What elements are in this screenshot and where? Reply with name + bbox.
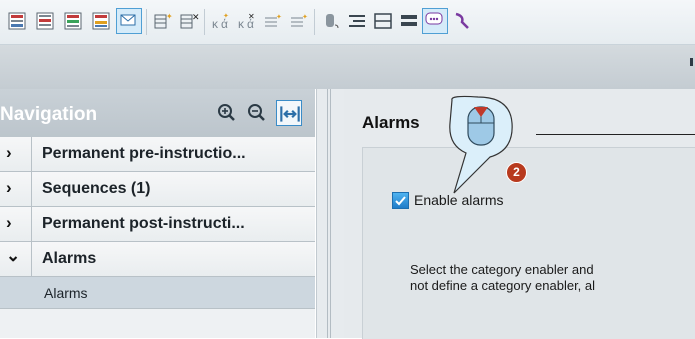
step-number: 2 xyxy=(513,165,520,179)
comment-icon[interactable] xyxy=(422,8,448,34)
editor-header-band xyxy=(0,45,695,89)
nav-item-permanent-post-instructions[interactable]: › Permanent post-instructi... xyxy=(0,207,315,242)
section-title: Alarms xyxy=(362,113,420,132)
nav-item-label: Permanent post-instructi... xyxy=(42,215,245,232)
cylinder-icon[interactable] xyxy=(320,10,342,32)
navigation-tree: › Permanent pre-instructio... › Sequence… xyxy=(0,137,315,309)
zoom-out-icon[interactable] xyxy=(244,100,270,126)
description-text: Select the category enabler and not defi… xyxy=(410,262,695,294)
nav-subitem-label: Alarms xyxy=(44,285,88,301)
format-icon[interactable]: ✦ xyxy=(262,10,284,32)
nav-item-alarms[interactable]: ⌄ Alarms xyxy=(0,242,315,277)
toolbar: ✦ ✕ κ ά ✦ κ ά ✕ ✦ ✦ xyxy=(0,0,695,45)
layout-icon[interactable] xyxy=(34,10,56,32)
nav-item-label: Sequences (1) xyxy=(42,180,151,197)
nav-item-label: Alarms xyxy=(42,250,97,267)
svg-text:κ: κ xyxy=(212,17,219,31)
nav-item-label: Permanent pre-instructio... xyxy=(42,145,246,162)
insert-row-icon[interactable]: ✦ xyxy=(152,10,174,32)
tool-icon[interactable] xyxy=(452,10,474,32)
section-divider xyxy=(536,134,695,135)
svg-text:κ: κ xyxy=(238,17,245,31)
message-icon[interactable] xyxy=(116,8,142,34)
list-icon[interactable] xyxy=(398,10,420,32)
svg-text:✕: ✕ xyxy=(192,12,200,22)
nav-item-sequences[interactable]: › Sequences (1) xyxy=(0,172,315,207)
layout-icon[interactable] xyxy=(62,10,84,32)
svg-text:✦: ✦ xyxy=(166,12,173,21)
step-badge: 2 xyxy=(506,162,527,183)
navigation-header: Navigation xyxy=(0,89,315,137)
format-icon[interactable]: ✦ xyxy=(288,10,310,32)
zoom-in-icon[interactable] xyxy=(214,100,240,126)
chevron-right-icon[interactable]: › xyxy=(6,178,12,198)
navigation-title: Navigation xyxy=(0,104,98,125)
fit-width-icon[interactable] xyxy=(276,100,302,126)
overflow-marker xyxy=(690,58,693,66)
mouse-click-callout: 2 xyxy=(440,95,550,195)
chevron-right-icon[interactable]: › xyxy=(6,143,12,163)
layout-icon[interactable] xyxy=(6,10,28,32)
layout-icon[interactable] xyxy=(90,10,112,32)
svg-text:✦: ✦ xyxy=(302,13,308,21)
navigation-panel: Navigation › Permanent pre-instructio...… xyxy=(0,89,315,338)
insert-column-icon[interactable]: κ ά ✦ xyxy=(210,10,232,32)
delete-row-icon[interactable]: ✕ xyxy=(178,10,200,32)
delete-column-icon[interactable]: κ ά ✕ xyxy=(236,10,258,32)
enable-alarms-checkbox[interactable] xyxy=(392,192,409,209)
description-line: not define a category enabler, al xyxy=(410,278,596,293)
panel-splitter[interactable] xyxy=(316,89,345,338)
description-line: Select the category enabler and xyxy=(410,262,594,277)
chevron-down-icon[interactable]: ⌄ xyxy=(6,246,20,266)
align-icon[interactable] xyxy=(346,10,368,32)
svg-text:✦: ✦ xyxy=(276,13,282,21)
svg-text:✦: ✦ xyxy=(223,12,229,20)
nav-subitem-alarms[interactable]: Alarms xyxy=(0,277,315,309)
chevron-right-icon[interactable]: › xyxy=(6,213,12,233)
svg-text:✕: ✕ xyxy=(248,12,255,21)
nav-item-permanent-pre-instructions[interactable]: › Permanent pre-instructio... xyxy=(0,137,315,172)
table-icon[interactable] xyxy=(372,10,394,32)
